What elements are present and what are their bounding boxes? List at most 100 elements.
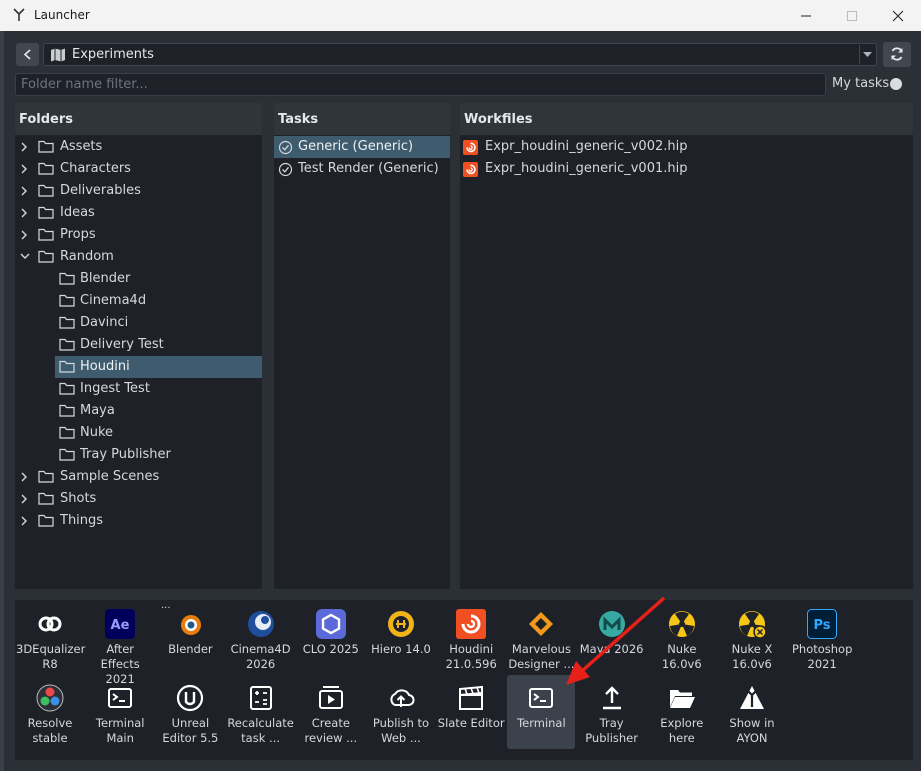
svg-text:Ps: Ps xyxy=(814,618,831,633)
review-icon xyxy=(318,686,343,709)
app-label: Terminal Main xyxy=(95,716,145,745)
app-label: Explore here xyxy=(660,716,704,745)
folder-label: Delivery Test xyxy=(80,337,164,352)
folders-panel: Folders Assets Characters Deliverables Idea… xyxy=(15,103,262,589)
app-label: Recalculate task ... xyxy=(227,716,294,745)
folder-label: Sample Scenes xyxy=(60,469,160,484)
chevron-right-icon[interactable] xyxy=(20,142,28,152)
folder-row[interactable]: Shots xyxy=(15,488,262,510)
app-tile-clo[interactable]: CLO 2025 xyxy=(297,601,365,675)
folder-label: Characters xyxy=(60,161,131,176)
calculator-icon xyxy=(249,686,272,710)
title-bar: Launcher xyxy=(0,0,921,31)
app-label: Resolve stable xyxy=(27,716,73,745)
project-name: Experiments xyxy=(72,47,154,62)
minimize-button[interactable] xyxy=(783,0,829,31)
houdini-file-icon xyxy=(463,140,478,155)
task-label: Test Render (Generic) xyxy=(298,161,439,176)
app-tile-nuke-x[interactable]: Nuke X 16.0v6 xyxy=(718,601,786,675)
back-button[interactable] xyxy=(16,43,39,66)
chevron-right-icon[interactable] xyxy=(20,230,28,240)
project-selector[interactable]: Experiments xyxy=(43,43,877,66)
folder-row[interactable]: Delivery Test xyxy=(55,334,262,356)
folder-row[interactable]: Things xyxy=(15,510,262,532)
app-tile-publish-web[interactable]: Publish to Web ... xyxy=(367,675,435,749)
folder-icon xyxy=(38,140,54,153)
my-tasks-label: My tasks xyxy=(832,76,890,91)
folder-row[interactable]: Random xyxy=(15,246,262,268)
app-tile-recalculate[interactable]: Recalculate task ... xyxy=(227,675,295,749)
folder-icon xyxy=(59,448,75,461)
folder-row[interactable]: Deliverables xyxy=(15,180,262,202)
app-label: Unreal Editor 5.5 xyxy=(162,716,219,745)
unreal-icon xyxy=(177,684,204,712)
folder-row[interactable]: Davinci xyxy=(55,312,262,334)
task-label: Generic (Generic) xyxy=(298,139,414,154)
folder-row[interactable]: Houdini xyxy=(55,356,262,378)
task-check-icon xyxy=(278,140,293,155)
photoshop-icon: Ps xyxy=(807,609,838,639)
folder-row[interactable]: Assets xyxy=(15,136,262,158)
app-label: CLO 2025 xyxy=(302,642,359,656)
folder-icon xyxy=(59,404,75,417)
app-tile-after-effects[interactable]: Ae After Effects 2021 xyxy=(86,601,154,686)
chevron-right-icon[interactable] xyxy=(20,516,28,526)
app-tile-show-in-ayon[interactable]: Show in AYON xyxy=(718,675,786,749)
app-tile-3dequalizer[interactable]: 3DEqualizer R8 xyxy=(16,601,85,675)
refresh-icon xyxy=(891,47,903,61)
app-tile-create-review[interactable]: Create review ... xyxy=(297,675,365,749)
folder-icon xyxy=(38,514,54,527)
chevron-right-icon[interactable] xyxy=(20,472,28,482)
folder-label: Random xyxy=(60,249,114,264)
chevron-right-icon[interactable] xyxy=(20,208,28,218)
close-button[interactable] xyxy=(875,0,921,31)
app-tile-houdini[interactable]: Houdini 21.0.596 xyxy=(437,601,505,675)
app-tile-photoshop[interactable]: Ps Photoshop 2021 xyxy=(788,601,856,675)
folder-filter-input[interactable] xyxy=(15,73,826,96)
folder-row[interactable]: Props xyxy=(15,224,262,246)
app-tile-blender[interactable]: Blender xyxy=(156,601,224,675)
folder-row[interactable]: Cinema4d xyxy=(55,290,262,312)
app-label: Terminal xyxy=(517,716,566,730)
app-tile-cinema4d[interactable]: Cinema4D 2026 xyxy=(227,601,295,675)
folder-label: Maya xyxy=(80,403,115,418)
app-tile-unreal[interactable]: Unreal Editor 5.5 xyxy=(156,675,224,749)
chevron-down-icon[interactable] xyxy=(20,252,30,260)
app-label: Blender xyxy=(168,642,213,656)
folder-label: Assets xyxy=(60,139,103,154)
chevron-right-icon[interactable] xyxy=(20,494,28,504)
refresh-button[interactable] xyxy=(883,42,911,67)
overflow-marker: ... xyxy=(161,600,171,611)
folder-icon xyxy=(38,250,54,263)
app-tile-slate-editor[interactable]: Slate Editor xyxy=(437,675,505,749)
task-row[interactable]: Generic (Generic) xyxy=(274,136,450,158)
folder-icon xyxy=(59,316,75,329)
task-check-icon xyxy=(278,162,293,177)
folder-row[interactable]: Sample Scenes xyxy=(15,466,262,488)
task-row[interactable]: Test Render (Generic) xyxy=(274,158,450,180)
minimize-icon xyxy=(801,15,811,17)
folder-icon xyxy=(59,382,75,395)
folder-label: Nuke xyxy=(80,425,114,440)
chevron-right-icon[interactable] xyxy=(20,164,28,174)
folder-row[interactable]: Tray Publisher xyxy=(55,444,262,466)
after-effects-icon: Ae xyxy=(105,609,136,639)
folder-row[interactable]: Nuke xyxy=(55,422,262,444)
app-tile-terminal-main[interactable]: Terminal Main xyxy=(86,675,154,749)
marvelous-designer-icon xyxy=(529,612,554,636)
maximize-button[interactable] xyxy=(829,0,875,31)
chevron-right-icon[interactable] xyxy=(20,186,28,196)
folder-row[interactable]: Ingest Test xyxy=(55,378,262,400)
folder-icon xyxy=(38,492,54,505)
folder-row[interactable]: Maya xyxy=(55,400,262,422)
folder-row[interactable]: Blender xyxy=(55,268,262,290)
app-tile-hiero[interactable]: Hiero 14.0 xyxy=(367,601,435,675)
app-tile-resolve[interactable]: Resolve stable xyxy=(16,675,84,749)
my-tasks-toggle[interactable] xyxy=(890,78,902,90)
workfile-row[interactable]: Expr_houdini_generic_v002.hip xyxy=(460,136,913,158)
folder-row[interactable]: Characters xyxy=(15,158,262,180)
houdini-file-icon xyxy=(463,162,478,177)
svg-text:Ae: Ae xyxy=(111,618,130,633)
workfile-row[interactable]: Expr_houdini_generic_v001.hip xyxy=(460,158,913,180)
folder-row[interactable]: Ideas xyxy=(15,202,262,224)
